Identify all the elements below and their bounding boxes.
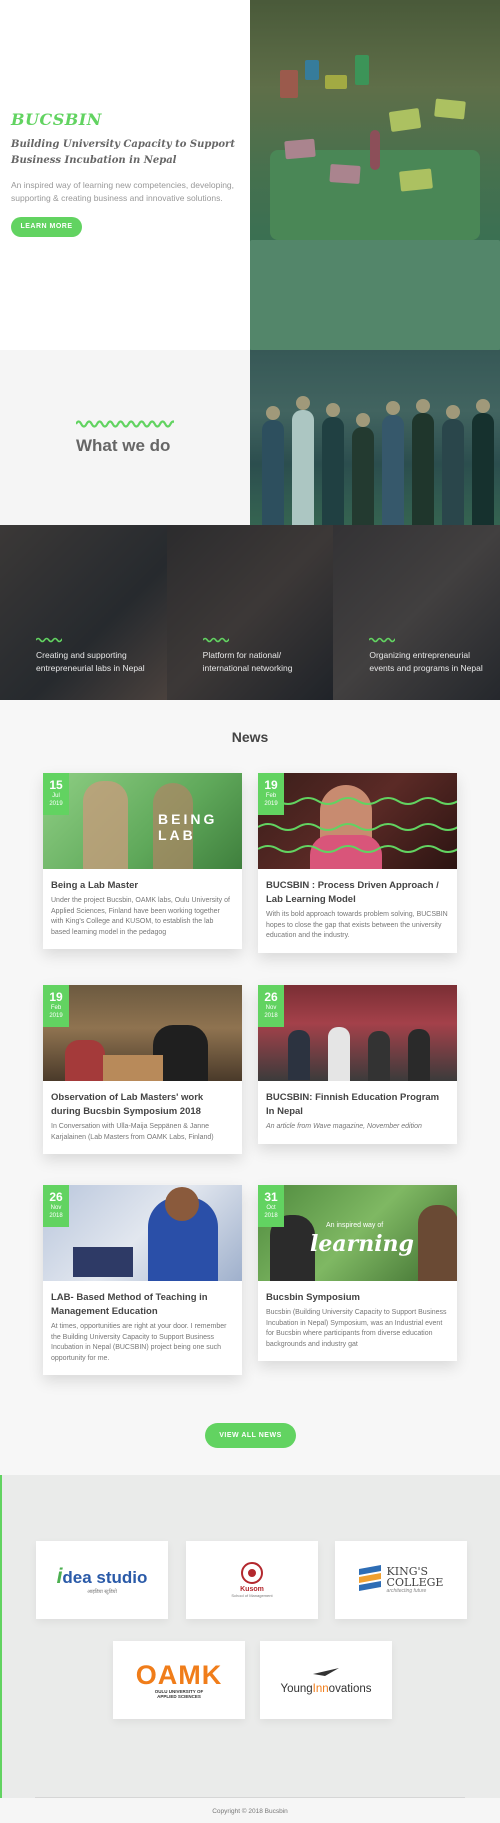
hero-description: An inspired way of learning new competen… (11, 180, 235, 203)
hero-section: BUCSBIN Building University Capacity to … (0, 0, 500, 350)
view-all-news-button[interactable]: VIEW ALL NEWS (205, 1423, 296, 1448)
team-photo (250, 350, 500, 525)
news-card-title[interactable]: LAB- Based Method of Teaching in Managem… (51, 1291, 234, 1319)
brand-title: BUCSBIN (11, 110, 102, 129)
news-card-excerpt: Under the project Bucsbin, OAMK labs, Ou… (51, 897, 230, 936)
paper-plane-icon (312, 1668, 339, 1676)
what-we-do-section: What we do (0, 350, 500, 525)
wave-decoration-icon (369, 637, 396, 643)
news-card-title[interactable]: BUCSBIN : Process Driven Approach / Lab … (266, 879, 449, 907)
service-label: Creating and supporting entrepreneurial … (36, 650, 145, 673)
news-card-excerpt: At times, opportunities are right at you… (51, 1323, 227, 1362)
service-label: Platform for national/ international net… (202, 650, 293, 673)
kings-college-emblem-icon (358, 1565, 381, 1591)
news-card[interactable]: BEING LAB 15 Jul 2019 Being a Lab Master U… (43, 773, 242, 949)
news-card-excerpt: Bucsbin (Building University Capacity to… (266, 1309, 447, 1348)
date-badge: 26 Nov 2018 (258, 985, 284, 1027)
oamk-logo[interactable]: OAMK OULU UNIVERSITY OF APPLIED SCIENCES (113, 1641, 245, 1719)
image-text: An inspired way of (326, 1222, 384, 1229)
partners-section: idea studio आइडिया स्टुडियो Kusom School… (0, 1475, 500, 1798)
hero-tagline: Building University Capacity to Support … (11, 139, 235, 166)
news-card[interactable]: 19 Feb 2019 BUCSBIN : Process Driven Appro… (258, 773, 457, 953)
news-card-excerpt: In Conversation with Ulla-Maija Seppänen… (51, 1123, 214, 1141)
copyright-text: Copyright © 2018 Bucsbin (212, 1808, 288, 1815)
wave-decoration-icon (36, 637, 62, 643)
young-innovations-logo[interactable]: YoungInnovations (260, 1641, 392, 1719)
news-image: 19 Feb 2019 (43, 985, 242, 1081)
news-card-title[interactable]: BUCSBIN: Finnish Education Program In Ne… (266, 1091, 449, 1119)
news-image: 26 Nov 2018 (258, 985, 457, 1081)
news-image: 26 Nov 2018 (43, 1185, 242, 1281)
services-strip: Creating and supporting entrepreneurial … (0, 525, 500, 700)
news-image: An inspired way of learning 31 Oct 2018 (258, 1185, 457, 1281)
kusom-logo[interactable]: Kusom School of Management (186, 1541, 318, 1619)
learn-more-button[interactable]: LEARN MORE (11, 217, 82, 237)
news-card[interactable]: 26 Nov 2018 BUCSBIN: Finnish Education Pro… (258, 985, 457, 1144)
image-text: BEING LAB (158, 811, 218, 843)
footer-divider (35, 1797, 465, 1798)
idea-studio-logo[interactable]: idea studio आइडिया स्टुडियो (36, 1541, 168, 1619)
wave-decoration-icon (76, 420, 174, 428)
news-title: News (231, 729, 269, 745)
service-card: Creating and supporting entrepreneurial … (0, 525, 167, 700)
service-card: Platform for national/ international net… (166, 525, 334, 700)
service-label: Organizing entrepreneurial events and pr… (369, 650, 483, 673)
news-card[interactable]: 19 Feb 2019 Observation of Lab Masters' wo… (43, 985, 242, 1154)
date-badge: 19 Feb 2019 (258, 773, 284, 815)
what-we-do-title: What we do (76, 436, 171, 455)
service-card: Organizing entrepreneurial events and pr… (333, 525, 500, 700)
news-card[interactable]: An inspired way of learning 31 Oct 2018 Bu… (258, 1185, 457, 1361)
image-text: learning (310, 1231, 414, 1257)
wave-decoration-icon (202, 637, 229, 643)
kings-college-logo[interactable]: KING'S COLLEGE architecting future (335, 1541, 467, 1619)
date-badge: 31 Oct 2018 (258, 1185, 284, 1227)
news-card-excerpt: An article from Wave magazine, November … (266, 1123, 422, 1130)
news-card-title[interactable]: Observation of Lab Masters' work during … (51, 1091, 234, 1119)
news-card-title[interactable]: Being a Lab Master (51, 879, 234, 893)
news-card-excerpt: With its bold approach towards problem s… (266, 911, 448, 939)
news-section: News BEING LAB 15 Jul 2019 Being a Lab Mas… (0, 700, 500, 1475)
news-image: BEING LAB 15 Jul 2019 (43, 773, 242, 869)
hero-text: BUCSBIN Building University Capacity to … (11, 110, 236, 237)
date-badge: 15 Jul 2019 (43, 773, 69, 815)
date-badge: 19 Feb 2019 (43, 985, 69, 1027)
news-card[interactable]: 26 Nov 2018 LAB- Based Method of Teaching … (43, 1185, 242, 1375)
news-card-title[interactable]: Bucsbin Symposium (266, 1291, 449, 1305)
hero-image (250, 0, 500, 350)
news-image: 19 Feb 2019 (258, 773, 457, 869)
date-badge: 26 Nov 2018 (43, 1185, 69, 1227)
